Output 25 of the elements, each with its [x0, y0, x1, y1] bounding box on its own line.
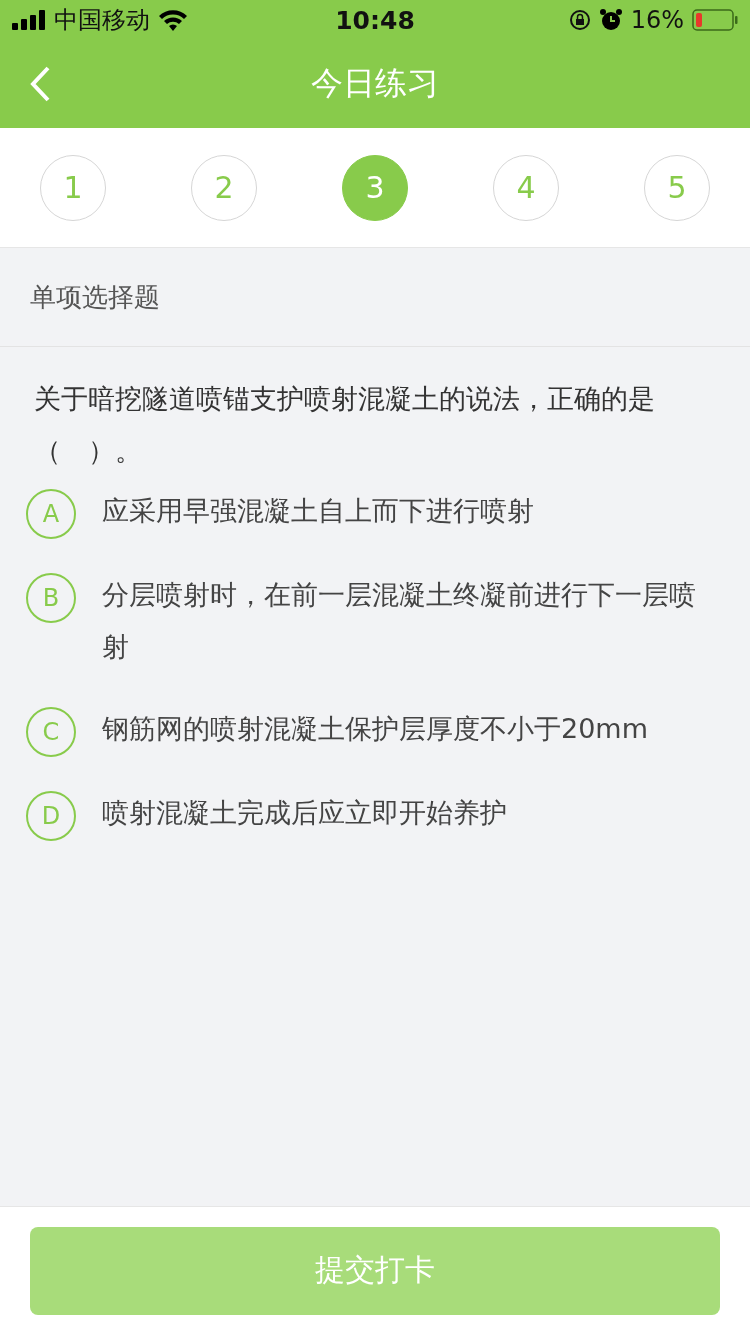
option-letter[interactable]: A: [26, 489, 76, 539]
question-number-tab[interactable]: 4: [493, 154, 559, 221]
battery-percent: 16%: [630, 6, 684, 34]
alarm-icon: [598, 8, 623, 32]
question-type-label: 单项选择题: [0, 248, 750, 347]
question-number-tab[interactable]: 3: [342, 154, 408, 221]
wifi-icon: [158, 9, 188, 31]
question-number-tab[interactable]: 5: [644, 154, 710, 221]
signal-icon: [12, 10, 46, 30]
option-letter[interactable]: D: [26, 791, 76, 841]
question-number-tab[interactable]: 2: [191, 154, 257, 221]
carrier-name: 中国移动: [54, 5, 150, 36]
option-letter[interactable]: B: [26, 573, 76, 623]
option-letter[interactable]: C: [26, 707, 76, 757]
question-text: 关于暗挖隧道喷锚支护喷射混凝土的说法，正确的是（ ）。: [33, 382, 656, 468]
status-time: 10:48: [335, 5, 415, 35]
option-text[interactable]: 分层喷射时，在前一层混凝土终凝前进行下一层喷射: [102, 569, 722, 673]
question-number-tab[interactable]: 1: [40, 154, 106, 221]
option-text[interactable]: 钢筋网的喷射混凝土保护层厚度不小于20mm: [102, 703, 648, 755]
option-text[interactable]: 应采用早强混凝土自上而下进行喷射: [102, 485, 534, 537]
rotation-lock-icon: [568, 9, 591, 31]
battery-icon: [692, 9, 738, 31]
back-icon[interactable]: [28, 64, 52, 104]
page-title: 今日练习: [311, 63, 439, 104]
option-text[interactable]: 喷射混凝土完成后应立即开始养护: [102, 787, 507, 839]
